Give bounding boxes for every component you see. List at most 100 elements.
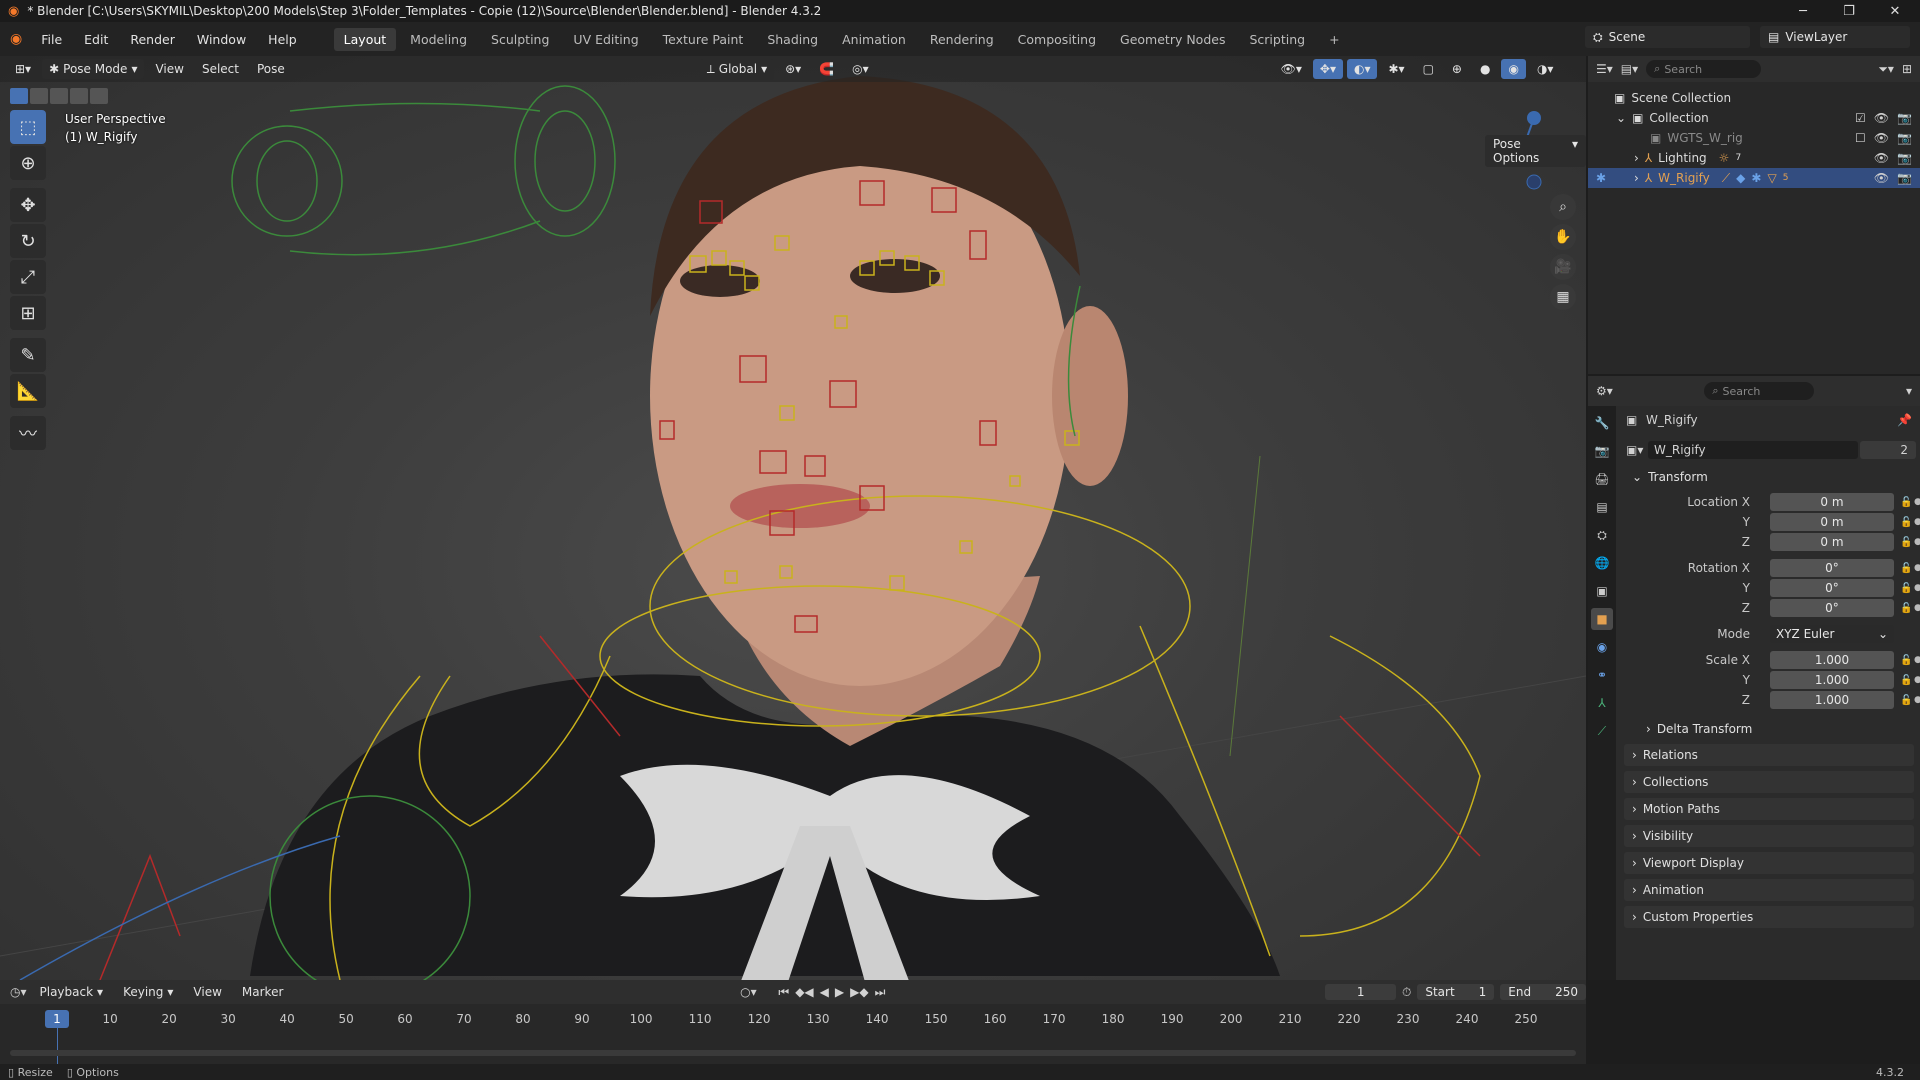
transform-orientation-selector[interactable]: ⟂ Global ▾ [699,58,775,80]
menu-view[interactable]: View [148,59,190,79]
tab-geometry-nodes[interactable]: Geometry Nodes [1110,28,1235,51]
rotation-z-field[interactable]: 0° [1770,599,1894,617]
user-count[interactable]: 2 [1860,441,1916,459]
relax-pose-tool-icon[interactable]: 〰 [10,416,46,450]
lock-icon[interactable]: 🔓 [1900,675,1912,686]
rotate-tool-icon[interactable]: ↻ [10,224,46,258]
measure-tool-icon[interactable]: 📐 [10,374,46,408]
tab-modeling[interactable]: Modeling [400,28,477,51]
play-reverse-icon[interactable]: ◀ [820,985,829,999]
camera-view-icon[interactable]: 🎥 [1550,254,1576,280]
outliner-row-w-rigify[interactable]: ✱ › ⅄ W_Rigify ⟋ ◆ ✱ ▽ 5 👁 📷 [1588,168,1920,188]
clock-editor-icon[interactable]: ◷▾ [10,985,27,999]
menu-select[interactable]: Select [195,59,246,79]
lock-icon[interactable]: 🔓 [1900,655,1912,666]
scale-y-field[interactable]: 1.000 [1770,671,1894,689]
keyframe-dot-icon[interactable]: ● [1914,583,1920,593]
proportional-edit-button[interactable]: ◎▾ [845,59,876,79]
lock-icon[interactable]: 🔓 [1900,497,1912,508]
menu-help[interactable]: Help [259,29,306,50]
tool-tab-icon[interactable]: 🔧 [1591,412,1613,434]
current-frame-field[interactable]: 1 [1325,984,1396,1000]
select-invert-icon[interactable] [70,88,88,104]
lock-icon[interactable]: 🔓 [1900,563,1912,574]
bone-overlay-icon[interactable]: ✱▾ [1381,59,1411,79]
shading-wireframe-icon[interactable]: ⊕ [1445,59,1469,79]
select-box-tool-icon[interactable]: ⬚ [10,110,46,144]
keyframe-dot-icon[interactable]: ● [1914,497,1920,507]
gizmo-toggle-icon[interactable]: ✥▾ [1312,59,1343,79]
menu-file[interactable]: File [32,29,71,50]
chevron-down-icon[interactable]: ▾ [1906,384,1912,398]
tab-sculpting[interactable]: Sculpting [481,28,559,51]
keying-menu[interactable]: Keying ▾ [116,982,180,1002]
select-extend-icon[interactable] [30,88,48,104]
overlays-toggle-icon[interactable]: ◐▾ [1346,59,1378,79]
xray-toggle-icon[interactable]: ▢ [1416,59,1441,79]
tab-animation[interactable]: Animation [832,28,916,51]
camera-icon[interactable]: 📷 [1897,171,1912,185]
scene-selector[interactable]: ⛭ Scene [1585,26,1750,48]
keyframe-dot-icon[interactable]: ● [1914,517,1920,527]
menu-edit[interactable]: Edit [75,29,117,50]
pivot-point-button[interactable]: ⊛▾ [778,59,808,79]
transform-panel-header[interactable]: ⌄ Transform [1624,466,1914,488]
new-collection-icon[interactable]: ⊞ [1902,62,1912,76]
checkbox-icon[interactable]: ☑ [1855,111,1866,125]
view-layer-selector[interactable]: ▤ ViewLayer [1760,26,1910,48]
jump-end-icon[interactable]: ⏭ [875,985,886,1000]
filter-icon[interactable]: ⏷▾ [1878,62,1894,77]
ortho-grid-icon[interactable]: ▦ [1550,284,1576,310]
view-layer-tab-icon[interactable]: ▤ [1591,496,1613,518]
pose-options-button[interactable]: Pose Options ▾ [1485,135,1586,167]
pan-hand-icon[interactable]: ✋ [1550,224,1576,250]
visibility-selector-icon[interactable]: 👁▾ [1274,59,1309,79]
add-workspace-button[interactable]: + [1319,28,1349,51]
eye-icon[interactable]: 👁 [1874,131,1889,145]
properties-search-input[interactable]: ⌕ Search [1704,382,1815,400]
menu-pose[interactable]: Pose [250,59,292,79]
pin-icon[interactable]: 📌 [1897,413,1912,427]
close-window-button[interactable]: ✕ [1872,0,1918,22]
expand-chevron-icon[interactable]: ⌄ [1616,111,1626,125]
select-new-icon[interactable] [10,88,28,104]
properties-editor-icon[interactable]: ⚙▾ [1596,384,1613,398]
select-intersect-icon[interactable] [90,88,108,104]
current-frame-indicator[interactable]: 1 [45,1010,69,1028]
minimize-button[interactable]: ─ [1780,0,1826,22]
expand-chevron-icon[interactable]: › [1634,171,1639,185]
physics-tab-icon[interactable]: ◉ [1591,636,1613,658]
outliner-row-lighting[interactable]: › ⅄ Lighting ☼ 7 👁 📷 [1588,148,1920,168]
timeline-view-menu[interactable]: View [186,982,228,1002]
display-mode-icon[interactable]: ▤▾ [1621,62,1638,76]
checkbox-icon[interactable]: ☐ [1855,131,1866,145]
move-tool-icon[interactable]: ✥ [10,188,46,222]
end-frame-field[interactable]: End 250 [1500,984,1587,1000]
frame-ruler[interactable]: 10 20 30 40 50 60 70 80 90 100 110 120 130 140 150 160 1… [0,1010,1586,1030]
eye-icon[interactable]: 👁 [1874,151,1889,165]
visibility-panel[interactable]: › Visibility [1624,825,1914,847]
armature-data-tab-icon[interactable]: ⅄ [1591,692,1613,714]
relations-panel[interactable]: › Relations [1624,744,1914,766]
location-x-field[interactable]: 0 m [1770,493,1894,511]
render-tab-icon[interactable]: 📷 [1591,440,1613,462]
tab-uv-editing[interactable]: UV Editing [563,28,648,51]
lock-icon[interactable]: 🔓 [1900,537,1912,548]
collection-tab-icon[interactable]: ▣ [1591,580,1613,602]
transform-tool-icon[interactable]: ⊞ [10,296,46,330]
custom-properties-panel[interactable]: › Custom Properties [1624,906,1914,928]
outliner-editor-icon[interactable]: ☰▾ [1596,62,1613,76]
object-tab-icon[interactable]: ■ [1591,608,1613,630]
cursor-tool-icon[interactable]: ⊕ [10,146,46,180]
keyframe-dot-icon[interactable]: ● [1914,695,1920,705]
bone-tab-icon[interactable]: ⟋ [1591,720,1613,742]
eye-icon[interactable]: 👁 [1874,171,1889,185]
editor-type-button[interactable]: ⊞▾ [8,59,38,79]
lock-icon[interactable]: 🔓 [1900,603,1912,614]
camera-icon[interactable]: 📷 [1897,111,1912,125]
lock-icon[interactable]: 🔓 [1900,695,1912,706]
jump-start-icon[interactable]: ⏮ [778,985,789,1000]
mode-selector[interactable]: ✱ Pose Mode ▾ [42,59,145,79]
location-y-field[interactable]: 0 m [1770,513,1894,531]
tab-texture-paint[interactable]: Texture Paint [653,28,754,51]
